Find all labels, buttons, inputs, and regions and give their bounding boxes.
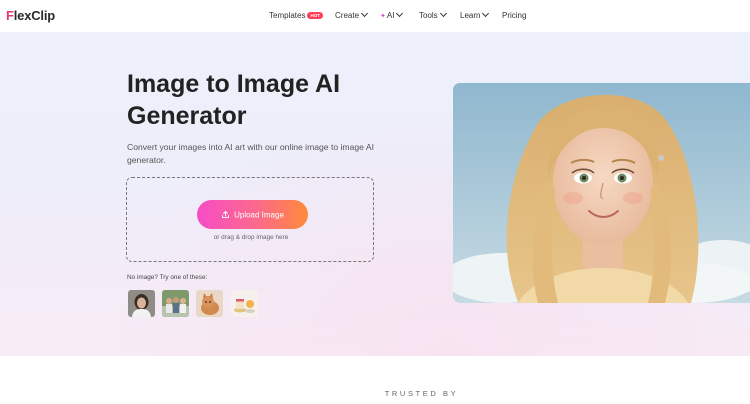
sample-image-cat[interactable] — [196, 290, 223, 317]
upload-button-label: Upload Image — [234, 210, 284, 220]
nav-create[interactable]: Create — [335, 9, 369, 20]
nav-templates[interactable]: Templates HOT — [269, 11, 323, 20]
nav-pricing[interactable]: Pricing — [502, 11, 526, 20]
upload-image-button[interactable]: Upload Image — [197, 200, 308, 229]
chevron-down-icon — [482, 9, 490, 18]
sample-image-portrait-woman[interactable] — [128, 290, 155, 317]
hero-description: Convert your images into AI art with our… — [127, 142, 374, 165]
nav-learn-label: Learn — [460, 11, 481, 20]
nav-create-label: Create — [335, 11, 360, 20]
nav-templates-label: Templates — [269, 11, 306, 20]
trusted-by-heading: TRUSTED BY — [384, 389, 459, 398]
top-nav: FlexClip Templates HOT Create ✦AI Tools L… — [0, 0, 750, 32]
nav-pricing-label: Pricing — [502, 11, 527, 20]
nav-learn[interactable]: Learn — [460, 9, 490, 20]
hot-badge: HOT — [307, 12, 323, 19]
sample-images-label: No image? Try one of these: — [127, 274, 208, 281]
upload-icon — [222, 211, 230, 219]
nav-tools-label: Tools — [419, 11, 438, 20]
drop-hint: or drag & drop image here — [213, 234, 289, 241]
page-title: Image to Image AI Generator — [127, 70, 341, 130]
chevron-down-icon — [439, 9, 447, 18]
chevron-down-icon — [396, 9, 404, 18]
chevron-down-icon — [360, 9, 369, 18]
sample-image-group-photo[interactable] — [162, 290, 189, 317]
hero-ai-portrait-image — [453, 83, 750, 303]
sample-image-food[interactable] — [231, 290, 258, 317]
nav-ai-label: AI — [386, 11, 395, 20]
sparkle-icon: ✦ — [380, 13, 386, 20]
nav-tools[interactable]: Tools — [419, 9, 447, 20]
main-menu: Templates HOT Create ✦AI Tools Learn Pric… — [0, 0, 750, 32]
nav-ai[interactable]: ✦AI — [380, 9, 404, 20]
